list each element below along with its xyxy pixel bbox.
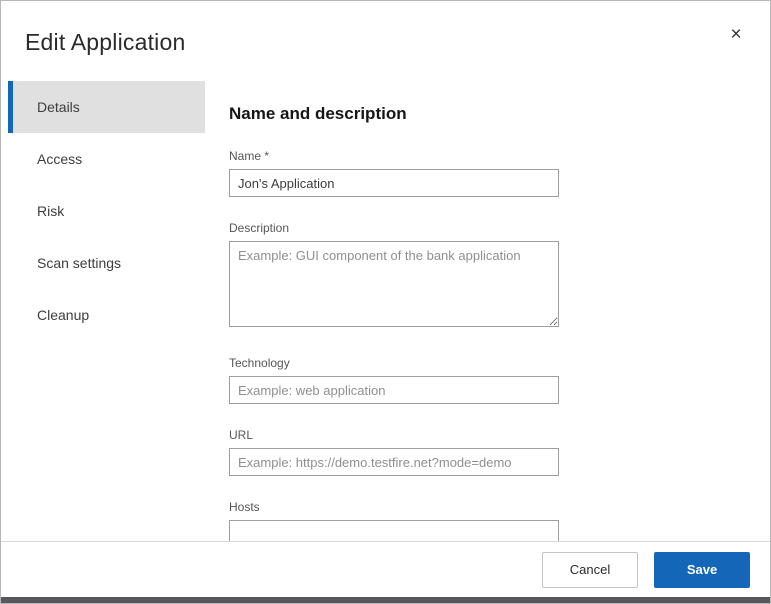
description-label: Description	[229, 221, 559, 236]
sidebar-item-label: Cleanup	[37, 307, 89, 323]
sidebar-item-label: Access	[37, 151, 82, 167]
name-input[interactable]	[229, 169, 559, 197]
name-label: Name *	[229, 149, 559, 164]
background-page-strip	[1, 597, 770, 604]
close-icon[interactable]: ×	[722, 21, 750, 49]
hosts-field-group: Hosts	[229, 500, 559, 541]
cancel-button[interactable]: Cancel	[542, 552, 638, 588]
url-label: URL	[229, 428, 559, 443]
edit-application-dialog: Edit Application × Details Access Risk S…	[0, 0, 771, 604]
technology-field-group: Technology	[229, 356, 559, 404]
hosts-input[interactable]	[229, 520, 559, 541]
dialog-header: Edit Application ×	[1, 1, 770, 79]
description-textarea[interactable]	[229, 241, 559, 327]
section-title: Name and description	[229, 103, 770, 125]
sidebar-item-scan-settings[interactable]: Scan settings	[8, 237, 205, 289]
dialog-body: Details Access Risk Scan settings Cleanu…	[1, 79, 770, 541]
details-panel: Name and description Name * Description …	[205, 79, 770, 541]
save-button[interactable]: Save	[654, 552, 750, 588]
sidebar-item-label: Scan settings	[37, 255, 121, 271]
hosts-label: Hosts	[229, 500, 559, 515]
name-field-group: Name *	[229, 149, 559, 197]
sidebar-item-cleanup[interactable]: Cleanup	[8, 289, 205, 341]
technology-label: Technology	[229, 356, 559, 371]
sidebar-item-access[interactable]: Access	[8, 133, 205, 185]
dialog-sidebar: Details Access Risk Scan settings Cleanu…	[1, 79, 205, 541]
url-field-group: URL	[229, 428, 559, 476]
dialog-title: Edit Application	[25, 29, 185, 56]
sidebar-item-label: Risk	[37, 203, 64, 219]
sidebar-item-details[interactable]: Details	[8, 81, 205, 133]
sidebar-item-risk[interactable]: Risk	[8, 185, 205, 237]
sidebar-item-label: Details	[37, 99, 80, 115]
dialog-footer: Cancel Save	[1, 541, 770, 597]
url-input[interactable]	[229, 448, 559, 476]
description-field-group: Description	[229, 221, 559, 332]
technology-input[interactable]	[229, 376, 559, 404]
